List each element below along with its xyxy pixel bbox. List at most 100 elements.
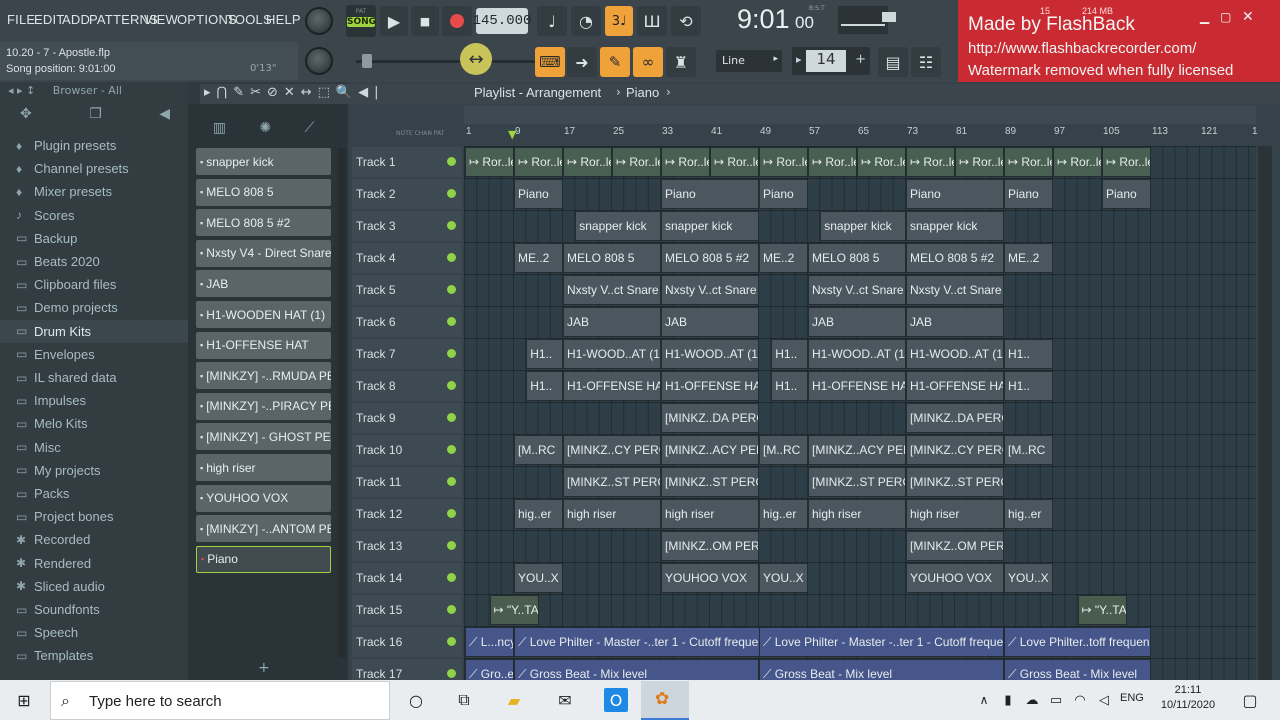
channel-rack-button[interactable]: ☷ xyxy=(911,47,941,77)
countdown-button[interactable]: 3♩ xyxy=(605,6,633,36)
snap-typing-keyboard-button[interactable]: ⌨ xyxy=(535,47,565,77)
channel-button[interactable]: ▪ MELO 808 5 #2 xyxy=(196,209,331,237)
playlist-h-scrollbar[interactable] xyxy=(464,106,1256,124)
browser-item[interactable]: ♦ Mixer presets xyxy=(0,180,188,203)
network-icon[interactable]: ▭ xyxy=(1044,688,1068,712)
pattern-clip[interactable]: [MINKZ..ST PERC xyxy=(906,467,1004,497)
master-pitch-slider[interactable] xyxy=(356,54,536,68)
browser-item[interactable]: ▭ Backup xyxy=(0,227,188,250)
pattern-clip[interactable]: [MINKZ..DA PERC xyxy=(661,403,759,433)
notifications-icon[interactable]: ▢ xyxy=(1238,688,1262,712)
track-header[interactable]: Track 14 xyxy=(352,563,462,593)
playlist-v-scrollbar[interactable] xyxy=(1258,146,1272,680)
pattern-clip[interactable]: YOU..X xyxy=(514,563,563,593)
pattern-clip[interactable]: ↦ Ror..le xyxy=(514,147,563,177)
pattern-clip[interactable]: ↦ Ror..le xyxy=(710,147,759,177)
pattern-clip[interactable]: YOUHOO VOX xyxy=(661,563,759,593)
pattern-clip[interactable]: ⟋ Love Philter..toff frequency xyxy=(1004,627,1151,657)
track-led-icon[interactable] xyxy=(447,189,456,198)
browser-item[interactable]: ▭ Templates xyxy=(0,644,188,667)
mixer-button[interactable]: ▤ xyxy=(878,47,908,77)
track-header[interactable]: Track 8 xyxy=(352,371,462,401)
maximize-icon[interactable]: ▢ xyxy=(1220,10,1231,24)
channel-button[interactable]: ▪ Nxsty V4 - Direct Snare xyxy=(196,239,331,267)
pattern-clip[interactable]: hig..er xyxy=(759,499,808,529)
channel-button[interactable]: ▪[MINKZY] -..PIRACY PERC xyxy=(196,392,331,420)
track-led-icon[interactable] xyxy=(447,509,456,518)
browser-item[interactable]: ▭ Packs xyxy=(0,482,188,505)
pattern-clip[interactable]: JAB xyxy=(661,307,759,337)
pattern-clip[interactable]: [MINKZ..ACY PERC xyxy=(661,435,759,465)
pattern-clip[interactable]: [MINKZ..ST PERC xyxy=(808,467,906,497)
track-header[interactable]: Track 4 xyxy=(352,243,462,273)
pattern-clip[interactable]: H1-OFFENSE HAT xyxy=(661,371,759,401)
pattern-clip[interactable]: H1.. xyxy=(1004,339,1053,369)
track-header[interactable]: Track 7 xyxy=(352,339,462,369)
piano-icon[interactable]: ▥ xyxy=(213,120,226,140)
menu-item-1[interactable]: EDIT xyxy=(34,12,64,27)
channel-button[interactable]: ▪ H1-WOODEN HAT (1) xyxy=(196,301,331,328)
pattern-clip[interactable]: Nxsty V..ct Snare xyxy=(661,275,759,305)
wait-record-button[interactable]: ◔ xyxy=(571,6,601,36)
pattern-clip[interactable]: MELO 808 5 #2 xyxy=(906,243,1004,273)
pattern-clip[interactable]: ↦ Ror..le xyxy=(1053,147,1102,177)
play-button[interactable]: ▶ xyxy=(380,6,408,36)
channel-button[interactable]: ▪ high riser xyxy=(196,454,331,481)
channel-button[interactable]: ▪ snapper kick xyxy=(196,148,331,175)
pattern-clip[interactable]: JAB xyxy=(808,307,906,337)
pattern-clip[interactable]: Piano xyxy=(1004,179,1053,209)
pattern-clip[interactable]: ME..2 xyxy=(759,243,808,273)
pattern-clip[interactable]: [M..RC xyxy=(1004,435,1053,465)
pattern-clip[interactable]: ↦ "Y..TAG xyxy=(1077,595,1127,625)
track-led-icon[interactable] xyxy=(447,637,456,646)
pattern-clip[interactable]: high riser xyxy=(906,499,1004,529)
track-led-icon[interactable] xyxy=(447,349,456,358)
track-led-icon[interactable] xyxy=(447,573,456,582)
menu-item-4[interactable]: VIEW xyxy=(144,12,178,27)
channel-scrollbar[interactable] xyxy=(338,148,346,658)
browser-item[interactable]: ▭ My projects xyxy=(0,459,188,482)
pattern-clip[interactable]: H1-WOOD..AT (1) xyxy=(563,339,661,369)
pattern-clip[interactable]: H1-WOOD..AT (1) xyxy=(808,339,906,369)
pitch-slider-handle[interactable] xyxy=(362,54,372,68)
pattern-clip[interactable]: [MINKZ..ST PERC xyxy=(563,467,661,497)
track-header[interactable]: Track 6 xyxy=(352,307,462,337)
wave-icon[interactable]: ✺ xyxy=(259,120,271,140)
blend-notes-button[interactable]: ✎ xyxy=(600,47,630,77)
channel-button[interactable]: ▪ Piano xyxy=(196,545,331,573)
playlist-tools-icon[interactable]: ▸⋂✎✂⊘✕↔⬚🔍◀| xyxy=(204,85,385,100)
pattern-clip[interactable]: ↦ "Y..TAG xyxy=(489,595,539,625)
pattern-clip[interactable]: H1-OFFENSE HAT xyxy=(906,371,1004,401)
browser-item[interactable]: ▭ Demo projects xyxy=(0,296,188,319)
pattern-clip[interactable]: [M..RC xyxy=(514,435,563,465)
playhead-marker-icon[interactable]: ▼ xyxy=(508,128,516,141)
pattern-clip[interactable]: snapper kick xyxy=(906,211,1004,241)
pattern-clip[interactable]: high riser xyxy=(563,499,661,529)
pattern-clip[interactable]: YOU..X xyxy=(759,563,808,593)
channel-button[interactable]: ▪[MINKZY] - GHOST PERC xyxy=(196,423,331,451)
pattern-clip[interactable]: Piano xyxy=(514,179,563,209)
pattern-clip[interactable]: ↦ Ror..le xyxy=(661,147,710,177)
track-header[interactable]: Track 10 xyxy=(352,435,462,465)
automation-icon[interactable]: ⟋ xyxy=(304,120,314,140)
pattern-clip[interactable]: H1.. xyxy=(526,371,563,401)
search-box[interactable]: ⌕ Type here to search xyxy=(50,681,390,720)
mail-icon[interactable]: ✉ xyxy=(553,688,577,712)
record-button[interactable] xyxy=(442,6,472,36)
menu-item-0[interactable]: FILE xyxy=(7,12,35,27)
add-channel-icon[interactable]: + xyxy=(258,660,270,676)
language-indicator[interactable]: ENG xyxy=(1120,692,1144,704)
track-header[interactable]: Track 5 xyxy=(352,275,462,305)
track-led-icon[interactable] xyxy=(447,413,456,422)
browser-item[interactable]: ✱ Recorded xyxy=(0,528,188,551)
track-header[interactable]: Track 15 xyxy=(352,595,462,625)
browser-item[interactable]: ▭ Envelopes xyxy=(0,343,188,366)
track-led-icon[interactable] xyxy=(447,477,456,486)
browser-item[interactable]: ▭ Misc xyxy=(0,436,188,459)
pattern-clip[interactable]: YOU..X xyxy=(1004,563,1053,593)
track-led-icon[interactable] xyxy=(447,157,456,166)
chevron-up-icon[interactable]: ∧ xyxy=(972,688,996,712)
track-header[interactable]: Track 1 xyxy=(352,147,462,177)
stop-button[interactable]: ■ xyxy=(411,6,439,36)
pattern-selector[interactable]: ▸ 14 + xyxy=(792,47,870,75)
